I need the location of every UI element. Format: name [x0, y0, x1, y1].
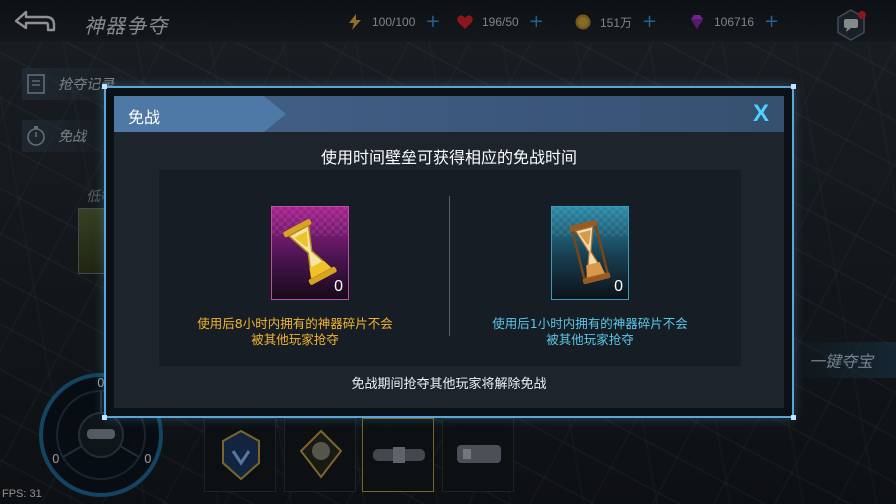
truce-dialog: 免战 X 使用时间壁垒可获得相应的免战时间 0 使用后8小时内拥有的神器碎片不会…	[102, 84, 796, 420]
panel-divider	[449, 196, 450, 336]
description-line: 使用后8小时内拥有的神器碎片不会	[197, 316, 393, 331]
description-line: 被其他玩家抢夺	[251, 332, 339, 347]
description-line: 被其他玩家抢夺	[546, 332, 634, 347]
truce-note: 免战期间抢夺其他玩家将解除免战	[351, 377, 547, 392]
dialog-body: 免战 X 使用时间壁垒可获得相应的免战时间 0 使用后8小时内拥有的神器碎片不会…	[114, 96, 784, 408]
close-button[interactable]: X	[746, 99, 776, 129]
dialog-subtitle: 使用时间壁垒可获得相应的免战时间	[320, 148, 577, 167]
corner-accent	[102, 415, 107, 420]
dialog-header: 免战 X	[114, 96, 784, 132]
items-panel: 0 使用后8小时内拥有的神器碎片不会 被其他玩家抢夺 0 使用后1小时内拥有的神…	[159, 170, 741, 366]
description-line: 使用后1小时内拥有的神器碎片不会	[492, 316, 688, 331]
item-count: 0	[334, 278, 343, 295]
item-card-1h[interactable]: 0	[551, 206, 629, 300]
corner-accent	[791, 84, 796, 89]
corner-accent	[791, 415, 796, 420]
item-description-8h: 使用后8小时内拥有的神器碎片不会 被其他玩家抢夺	[160, 316, 430, 348]
corner-accent	[102, 84, 107, 89]
dialog-title: 免战	[128, 108, 161, 127]
item-card-8h[interactable]: 0	[271, 206, 349, 300]
item-count: 0	[614, 278, 623, 295]
item-description-1h: 使用后1小时内拥有的神器碎片不会 被其他玩家抢夺	[455, 316, 725, 348]
